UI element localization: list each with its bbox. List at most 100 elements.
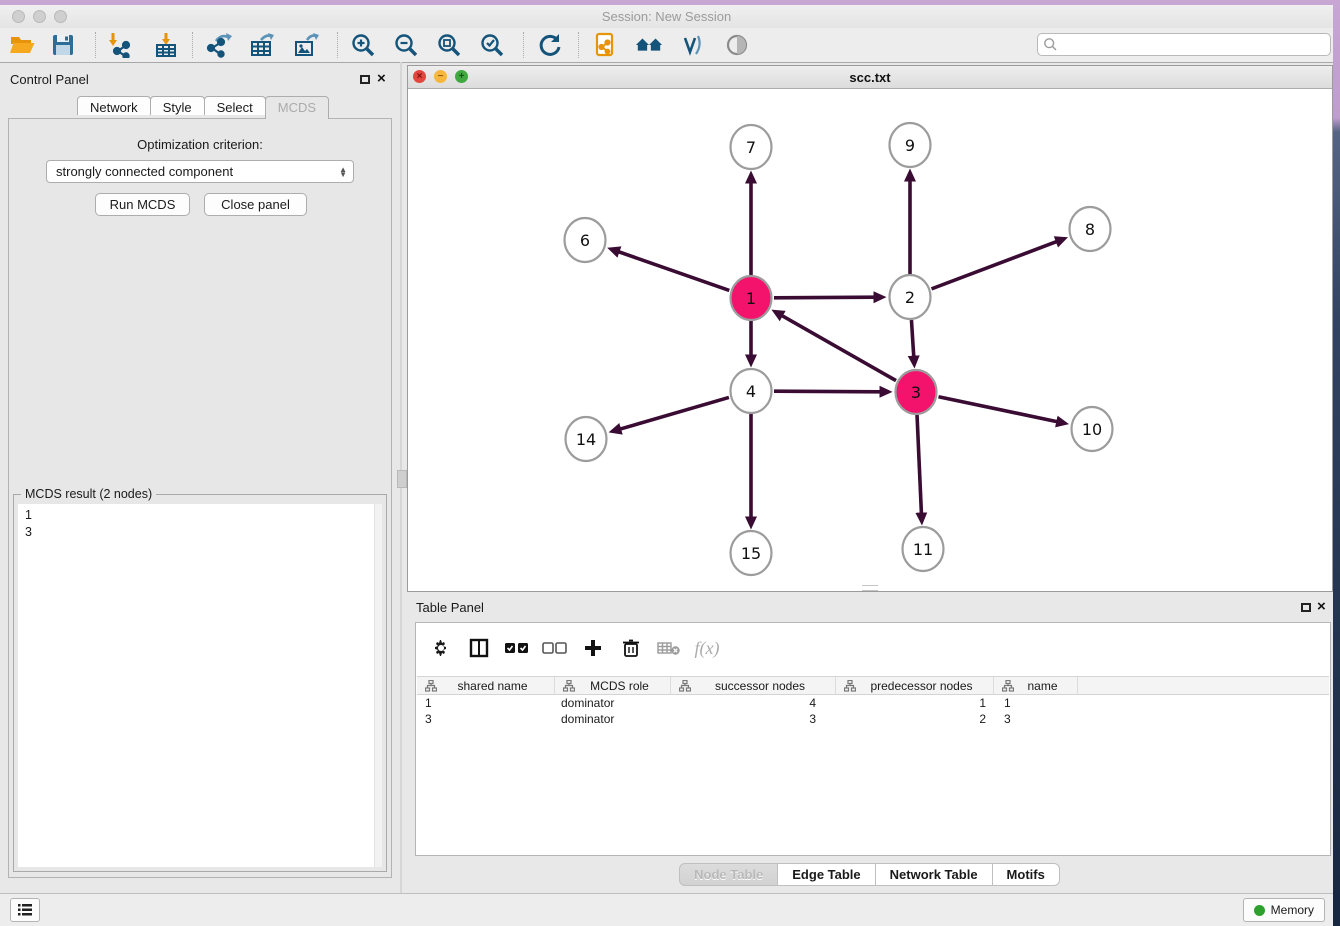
criterion-dropdown[interactable]: strongly connected component ▲▼ xyxy=(46,160,354,183)
node-9[interactable]: 9 xyxy=(890,123,931,167)
table-rows: 1dominator4113dominator323 xyxy=(417,695,1329,727)
tab-motifs[interactable]: Motifs xyxy=(992,863,1060,886)
table-box: f(x) shared nameMCDS rolesuccessor nodes… xyxy=(415,622,1331,856)
import-network-icon[interactable] xyxy=(104,31,132,59)
table-toolbar: f(x) xyxy=(416,623,1330,673)
refresh-network-icon[interactable] xyxy=(536,31,564,59)
mcds-panel: Optimization criterion: strongly connect… xyxy=(8,118,392,878)
node-11[interactable]: 11 xyxy=(903,527,944,571)
toolbar-separator xyxy=(523,32,524,58)
table-header-row: shared nameMCDS rolesuccessor nodesprede… xyxy=(417,676,1329,695)
node-label: 11 xyxy=(913,540,933,559)
home-layout-icon[interactable] xyxy=(635,31,663,59)
search-input[interactable] xyxy=(1058,35,1330,54)
window-resize-grip[interactable] xyxy=(862,585,878,591)
edge-3-11[interactable] xyxy=(917,415,921,513)
node-10[interactable]: 10 xyxy=(1072,407,1113,451)
column-label: name xyxy=(1018,679,1077,693)
column-header-filler xyxy=(1078,677,1329,694)
mcds-result-text: 13 xyxy=(18,504,382,544)
column-header-successor-nodes[interactable]: successor nodes xyxy=(671,677,836,694)
save-session-icon[interactable] xyxy=(49,31,77,59)
edge-4-14[interactable] xyxy=(621,397,729,429)
network-canvas[interactable]: 1 2 3 4 6 7 8 9 10 11 14 15 xyxy=(408,89,1332,591)
tab-style[interactable]: Style xyxy=(150,96,205,115)
node-7[interactable]: 7 xyxy=(731,125,772,169)
search-box[interactable] xyxy=(1037,33,1331,56)
tab-node-table[interactable]: Node Table xyxy=(679,863,778,886)
column-header-MCDS-role[interactable]: MCDS role xyxy=(555,677,671,694)
export-table-icon[interactable] xyxy=(248,31,276,59)
close-panel-button[interactable]: Close panel xyxy=(204,193,307,216)
edge-4-3[interactable] xyxy=(774,391,880,392)
tab-network[interactable]: Network xyxy=(77,96,151,115)
column-header-shared-name[interactable]: shared name xyxy=(417,677,555,694)
node-label: 15 xyxy=(741,544,761,563)
show-eye-icon[interactable] xyxy=(723,31,751,59)
edge-2-3[interactable] xyxy=(911,320,913,356)
deselect-all-checkboxes-icon[interactable] xyxy=(540,635,570,661)
edge-3-1[interactable] xyxy=(782,316,896,381)
node-15[interactable]: 15 xyxy=(731,531,772,575)
delete-row-icon[interactable] xyxy=(616,635,646,661)
table-row[interactable]: 3dominator323 xyxy=(417,711,1329,727)
zoom-selected-icon[interactable] xyxy=(478,31,506,59)
hide-graphics-details-icon[interactable] xyxy=(678,31,706,59)
mcds-result-area[interactable]: 13 xyxy=(18,504,382,867)
add-row-icon[interactable] xyxy=(578,635,608,661)
table-cell: dominator xyxy=(555,696,671,710)
export-network-icon[interactable] xyxy=(205,31,233,59)
node-8[interactable]: 8 xyxy=(1070,207,1111,251)
show-column-icon[interactable] xyxy=(464,635,494,661)
table-cell: 3 xyxy=(671,712,836,726)
edge-1-2[interactable] xyxy=(774,297,874,298)
table-panel-close-icon[interactable]: × xyxy=(1317,601,1326,613)
node-label: 3 xyxy=(911,383,921,402)
memory-label: Memory xyxy=(1271,903,1314,917)
panel-divider-grip[interactable] xyxy=(397,470,407,488)
zoom-out-icon[interactable] xyxy=(392,31,420,59)
toolbar-separator xyxy=(337,32,338,58)
node-4[interactable]: 4 xyxy=(731,369,772,413)
open-session-icon[interactable] xyxy=(8,31,36,59)
result-line: 3 xyxy=(25,524,375,541)
export-image-icon[interactable] xyxy=(292,31,320,59)
table-panel-float-icon[interactable] xyxy=(1301,603,1311,612)
run-mcds-button[interactable]: Run MCDS xyxy=(95,193,190,216)
toolbar-separator xyxy=(95,32,96,58)
zoom-fit-icon[interactable] xyxy=(435,31,463,59)
column-settings-gear-icon[interactable] xyxy=(426,635,456,661)
edge-2-8[interactable] xyxy=(932,242,1057,289)
select-all-checkboxes-icon[interactable] xyxy=(502,635,532,661)
search-icon xyxy=(1043,37,1058,52)
column-header-name[interactable]: name xyxy=(994,677,1078,694)
node-6[interactable]: 6 xyxy=(565,218,606,262)
network-from-file-icon[interactable] xyxy=(591,31,619,59)
zoom-in-icon[interactable] xyxy=(349,31,377,59)
table-cell: 1 xyxy=(417,696,555,710)
memory-status-icon xyxy=(1254,905,1265,916)
mcds-result-group: MCDS result (2 nodes) 13 xyxy=(13,494,387,872)
result-scrollbar[interactable] xyxy=(374,504,382,867)
tab-select[interactable]: Select xyxy=(204,96,266,115)
control-panel-float-icon[interactable] xyxy=(360,75,370,84)
node-label: 1 xyxy=(746,289,756,308)
import-table-icon[interactable] xyxy=(152,31,180,59)
node-2[interactable]: 2 xyxy=(890,275,931,319)
edge-1-6[interactable] xyxy=(619,252,729,291)
node-3[interactable]: 3 xyxy=(896,370,937,414)
node-14[interactable]: 14 xyxy=(566,417,607,461)
tab-network-table[interactable]: Network Table xyxy=(875,863,993,886)
edge-3-10[interactable] xyxy=(939,397,1057,422)
tab-edge-table[interactable]: Edge Table xyxy=(777,863,875,886)
table-row[interactable]: 1dominator411 xyxy=(417,695,1329,711)
table-cell: 4 xyxy=(671,696,836,710)
node-1[interactable]: 1 xyxy=(731,276,772,320)
control-panel-close-icon[interactable]: × xyxy=(377,73,386,85)
tab-mcds[interactable]: MCDS xyxy=(265,96,329,119)
memory-button[interactable]: Memory xyxy=(1243,898,1325,922)
task-history-button[interactable] xyxy=(10,898,40,922)
node-label: 8 xyxy=(1085,220,1095,239)
column-header-predecessor-nodes[interactable]: predecessor nodes xyxy=(836,677,994,694)
network-window-titlebar[interactable]: × − + scc.txt xyxy=(408,66,1332,89)
